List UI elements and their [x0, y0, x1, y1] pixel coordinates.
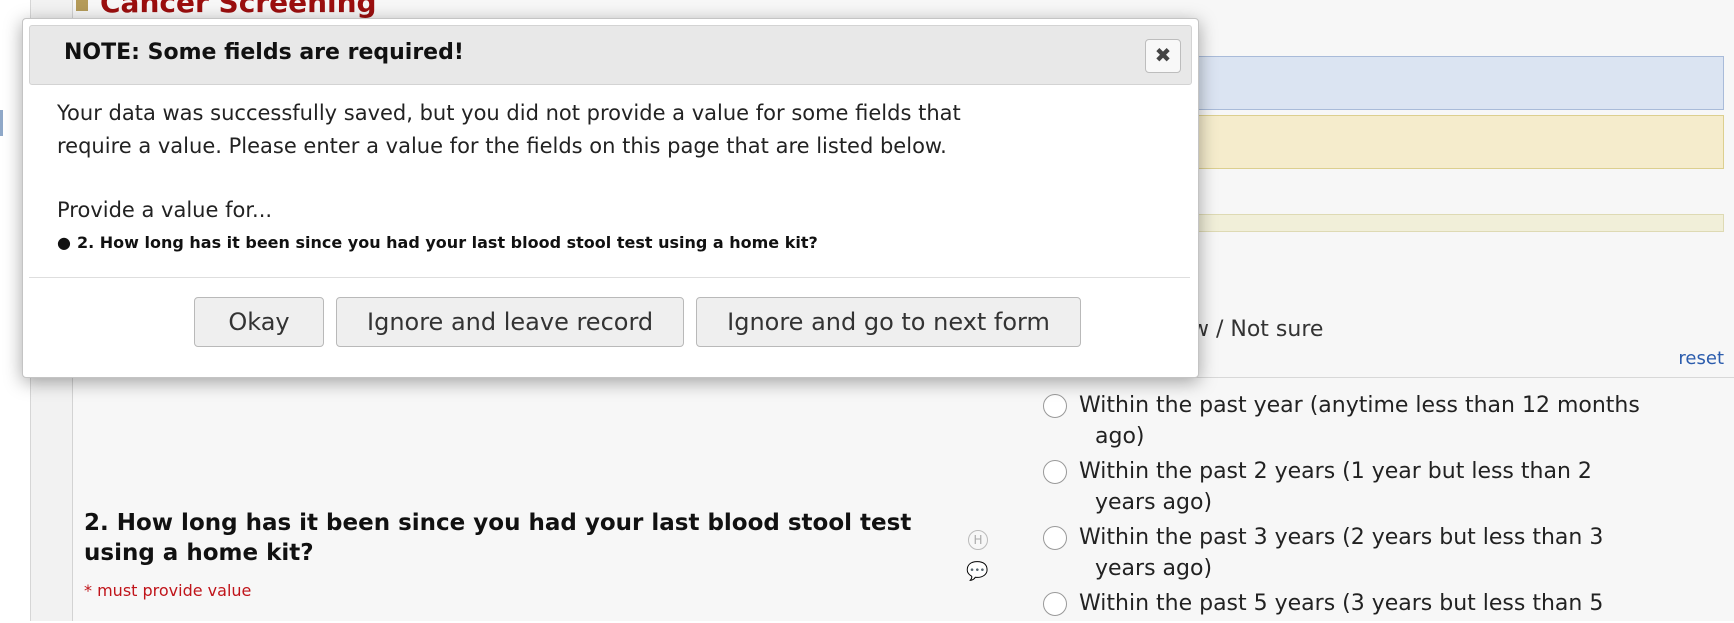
previous-question-choice[interactable]: w / Not sure [1191, 317, 1323, 342]
choice-item[interactable]: Within the past 3 years (2 years but les… [1043, 522, 1723, 584]
close-icon: ✖ [1154, 43, 1172, 67]
dialog-body: Your data was successfully saved, but yo… [57, 97, 1177, 255]
reset-link[interactable]: reset [1678, 348, 1724, 369]
dialog-title: NOTE: Some fields are required! [64, 40, 464, 65]
info-bar [1180, 56, 1724, 110]
okay-button[interactable]: Okay [194, 297, 324, 347]
section-title: Cancer Screening [76, 0, 377, 19]
dialog-button-row: Okay Ignore and leave record Ignore and … [194, 297, 1081, 347]
dialog-message-line1: Your data was successfully saved, but yo… [57, 101, 961, 125]
choice-item[interactable]: Within the past 5 years (3 years but les… [1043, 588, 1723, 619]
provide-label: Provide a value for... [57, 198, 273, 222]
bullet-icon: ● [57, 233, 71, 252]
missing-field-text: 2. How long has it been since you had yo… [76, 233, 818, 252]
left-gutter [0, 0, 12, 621]
choice-label-cont: ago) [1095, 424, 1145, 449]
ignore-and-leave-button[interactable]: Ignore and leave record [336, 297, 685, 347]
section-marker-icon [76, 0, 88, 11]
missing-fields-list: ● 2. How long has it been since you had y… [57, 231, 1177, 255]
dialog-header: NOTE: Some fields are required! ✖ [29, 25, 1192, 85]
required-note: * must provide value [84, 581, 252, 600]
missing-field-item: ● 2. How long has it been since you had y… [57, 231, 1177, 255]
radio-button[interactable] [1043, 592, 1067, 616]
warning-bar [1180, 115, 1724, 169]
choice-item[interactable]: Within the past year (anytime less than … [1043, 390, 1723, 452]
radio-button[interactable] [1043, 526, 1067, 550]
section-title-text: Cancer Screening [100, 0, 377, 19]
dialog-divider [29, 277, 1190, 278]
close-button[interactable]: ✖ [1145, 39, 1181, 73]
ignore-and-next-form-button[interactable]: Ignore and go to next form [696, 297, 1081, 347]
question-label: 2. How long has it been since you had yo… [84, 510, 912, 566]
notice-bar [1180, 214, 1724, 232]
choice-label: Within the past 2 years (1 year but less… [1079, 459, 1592, 484]
choice-label: Within the past year (anytime less than … [1079, 393, 1640, 418]
dialog-message-line2: require a value. Please enter a value fo… [57, 134, 947, 158]
required-fields-dialog: NOTE: Some fields are required! ✖ Your d… [22, 18, 1199, 378]
choice-item[interactable]: Within the past 2 years (1 year but less… [1043, 456, 1723, 518]
choice-label-cont: years ago) [1095, 490, 1213, 515]
answer-choices: Within the past year (anytime less than … [1043, 390, 1723, 623]
left-marker [0, 110, 3, 136]
radio-button[interactable] [1043, 394, 1067, 418]
choice-label: Within the past 5 years (3 years but les… [1079, 591, 1604, 616]
choice-label-cont: years ago) [1095, 556, 1213, 581]
comment-icon[interactable]: 💬 [966, 561, 988, 582]
choice-label: Within the past 3 years (2 years but les… [1079, 525, 1604, 550]
radio-button[interactable] [1043, 460, 1067, 484]
history-icon[interactable]: H [968, 530, 988, 550]
